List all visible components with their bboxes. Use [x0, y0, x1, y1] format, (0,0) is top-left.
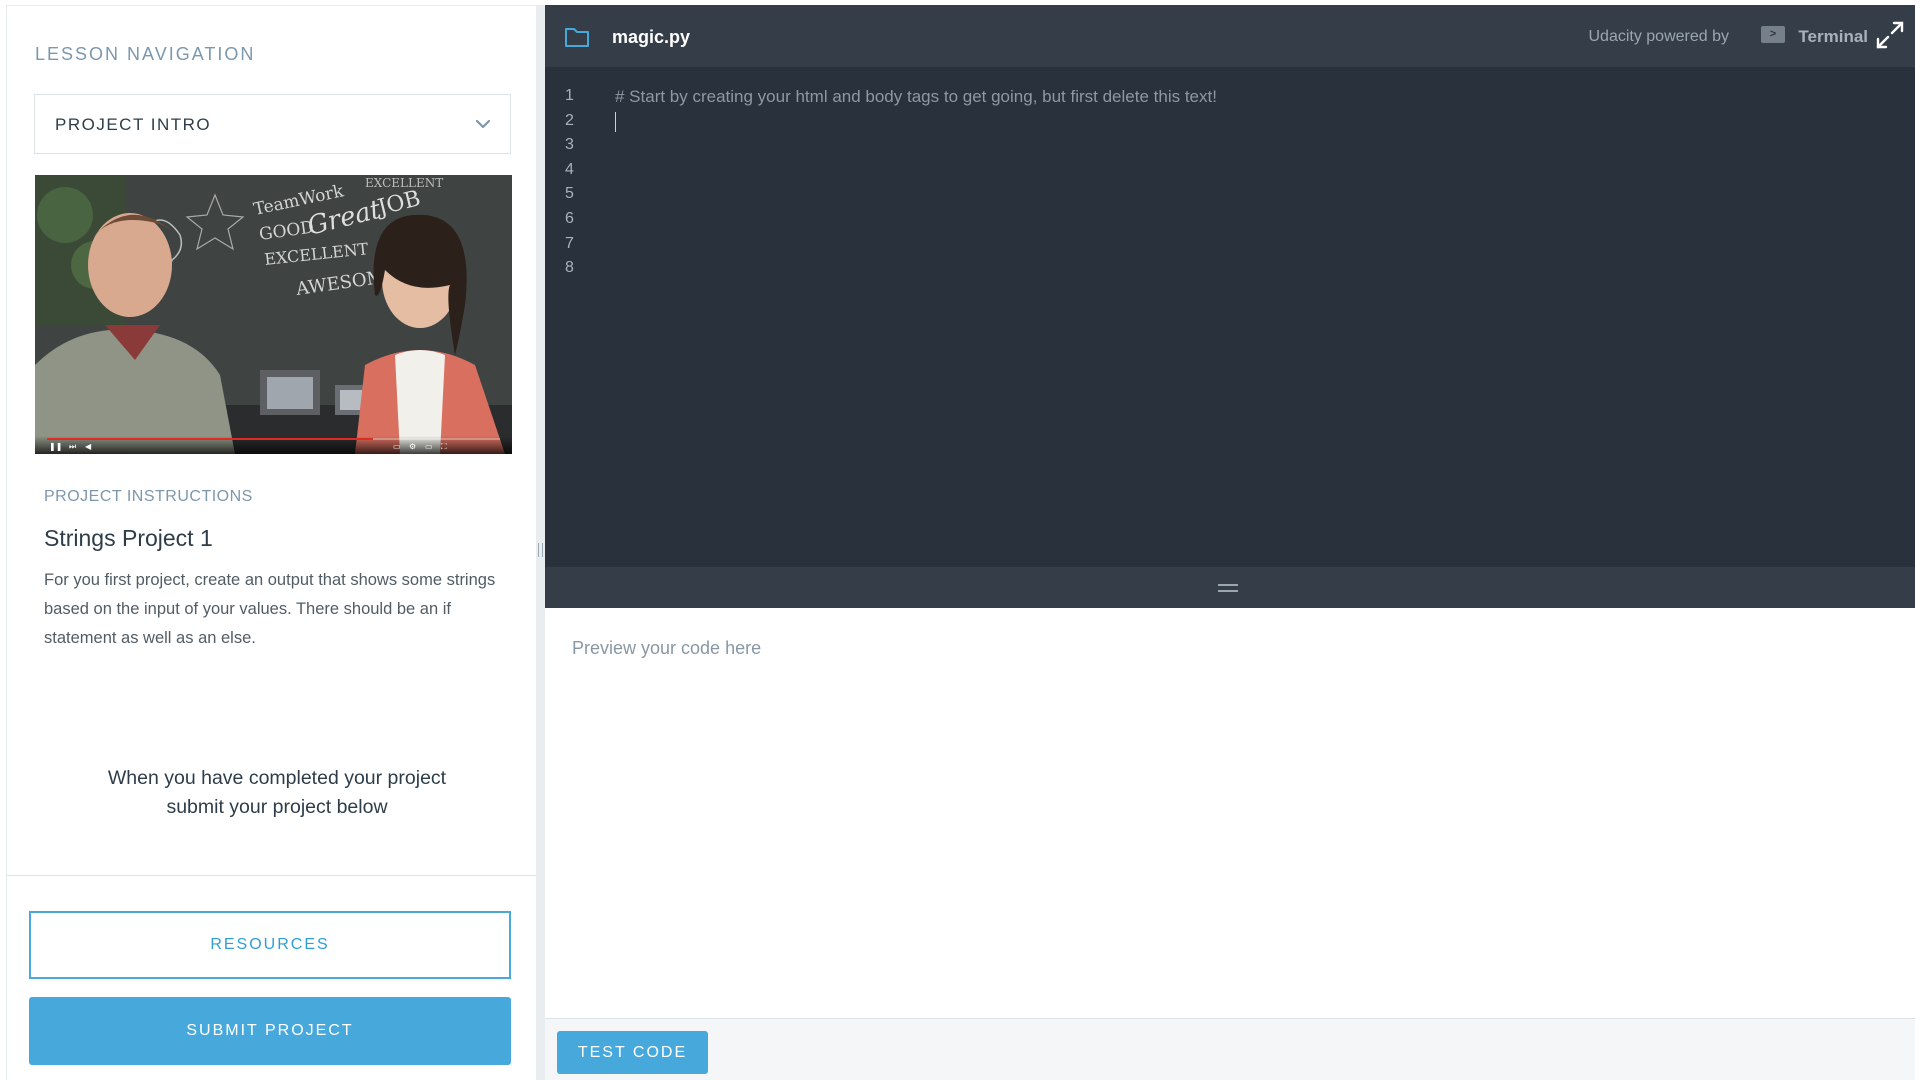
- code-line[interactable]: [615, 161, 1885, 186]
- code-area[interactable]: # Start by creating your html and body t…: [615, 87, 1885, 284]
- powered-by-text: Udacity powered by: [1588, 28, 1729, 45]
- line-number: 6: [565, 209, 574, 227]
- line-number-gutter: 1 2 3 4 5 6 7 8: [565, 87, 595, 284]
- lesson-select-dropdown[interactable]: PROJECT INTRO: [34, 94, 511, 154]
- line-number: 8: [565, 259, 574, 277]
- code-line[interactable]: # Start by creating your html and body t…: [615, 87, 1885, 112]
- sidebar-divider: [7, 875, 537, 876]
- line-number: 3: [565, 136, 574, 154]
- code-editor[interactable]: 1 2 3 4 5 6 7 8 # Start by creating your…: [545, 67, 1915, 567]
- lesson-navigation-heading: LESSON NAVIGATION: [35, 44, 256, 64]
- editor-header: magic.py Udacity powered by > Terminal: [545, 5, 1915, 67]
- lesson-sidebar: LESSON NAVIGATION PROJECT INTRO TeamWork…: [6, 5, 537, 1080]
- terminal-icon: >: [1761, 26, 1785, 43]
- splitter-grip-icon: [538, 543, 543, 557]
- project-title: Strings Project 1: [44, 525, 213, 551]
- completion-note-line: submit your project below: [166, 796, 388, 818]
- code-line[interactable]: [615, 235, 1885, 260]
- chalk-word: EXCELLENT: [365, 176, 443, 190]
- captions-icon[interactable]: ▭: [393, 443, 402, 451]
- resources-button[interactable]: RESOURCES: [29, 911, 511, 979]
- line-number: 4: [565, 160, 574, 178]
- file-tab-name[interactable]: magic.py: [612, 27, 690, 48]
- project-instructions-heading: PROJECT INSTRUCTIONS: [44, 488, 253, 505]
- video-thumbnail: TeamWork GOOD Great JOB EXCELLENT AWESOM…: [35, 175, 512, 454]
- folder-icon[interactable]: [564, 26, 590, 48]
- completion-note-line: When you have completed your project: [107, 767, 447, 789]
- pause-icon[interactable]: ❚❚: [49, 443, 62, 451]
- chevron-down-icon: [475, 119, 491, 129]
- test-code-button[interactable]: TEST CODE: [557, 1031, 708, 1074]
- splitter-grip-icon: [1218, 584, 1238, 592]
- code-line[interactable]: [615, 112, 1885, 137]
- text-caret: [615, 112, 616, 133]
- line-number: 2: [565, 111, 574, 129]
- lesson-select-value: PROJECT INTRO: [55, 115, 212, 134]
- video-progress-fill: [47, 438, 374, 440]
- line-number: 7: [565, 234, 574, 252]
- line-number: 1: [565, 87, 574, 104]
- code-line[interactable]: [615, 259, 1885, 284]
- video-progress-bar[interactable]: [47, 438, 500, 440]
- expand-icon[interactable]: [1875, 20, 1905, 50]
- code-line[interactable]: [615, 136, 1885, 161]
- vertical-splitter[interactable]: [536, 5, 545, 1080]
- project-description: For you first project, create an output …: [44, 571, 496, 647]
- line-number: 5: [565, 185, 574, 203]
- terminal-label: Terminal: [1798, 27, 1868, 46]
- volume-icon[interactable]: ◀: [85, 443, 94, 451]
- code-line[interactable]: [615, 210, 1885, 235]
- intro-video-player[interactable]: TeamWork GOOD Great JOB EXCELLENT AWESOM…: [35, 175, 512, 454]
- next-icon[interactable]: ⏭: [69, 443, 78, 451]
- code-preview-panel: Preview your code here: [545, 608, 1915, 1018]
- submit-project-button[interactable]: SUBMIT PROJECT: [29, 997, 511, 1065]
- horizontal-splitter[interactable]: [545, 567, 1915, 608]
- preview-footer: TEST CODE: [545, 1018, 1915, 1080]
- theater-mode-icon[interactable]: ▭: [425, 443, 434, 451]
- video-controls-bar: ❚❚ ⏭ ◀ ▭ ⚙ ▭ ⛶: [35, 436, 512, 454]
- settings-icon[interactable]: ⚙: [409, 443, 418, 451]
- completion-note: When you have completed your project sub…: [47, 764, 507, 822]
- code-line[interactable]: [615, 185, 1885, 210]
- fullscreen-icon[interactable]: ⛶: [441, 443, 450, 451]
- preview-placeholder: Preview your code here: [572, 638, 762, 658]
